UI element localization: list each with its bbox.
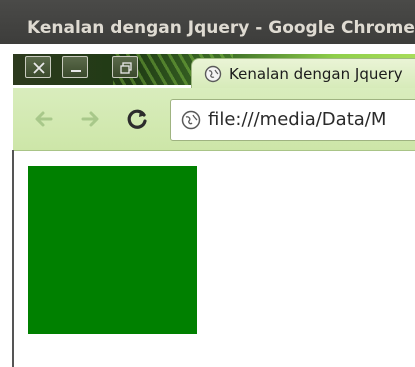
window-title: Kenalan dengan Jquery - Google Chrome <box>27 18 415 38</box>
page-globe-icon <box>204 65 222 83</box>
maximize-window-button[interactable] <box>112 56 138 78</box>
forward-arrow-icon[interactable] <box>77 106 103 132</box>
minimize-window-button[interactable] <box>62 56 88 78</box>
green-box <box>28 166 197 334</box>
minimize-icon <box>71 70 81 72</box>
page-content <box>14 151 415 367</box>
close-icon <box>33 62 45 74</box>
tab-label: Kenalan dengan Jquery <box>229 65 403 83</box>
restore-icon <box>120 62 132 74</box>
tab-kenalan-dengan-jquery[interactable]: Kenalan dengan Jquery <box>191 58 415 88</box>
title-bar: Kenalan dengan Jquery - Google Chrome <box>0 0 415 44</box>
close-window-button[interactable] <box>25 56 51 78</box>
address-bar[interactable]: file:///media/Data/M <box>170 99 415 141</box>
address-text[interactable]: file:///media/Data/M <box>208 109 386 131</box>
page-globe-icon <box>181 110 201 130</box>
browser-window: Kenalan dengan Jquery - Google Chrome Ke… <box>0 0 415 367</box>
reload-icon[interactable] <box>125 106 151 132</box>
back-arrow-icon[interactable] <box>31 106 57 132</box>
